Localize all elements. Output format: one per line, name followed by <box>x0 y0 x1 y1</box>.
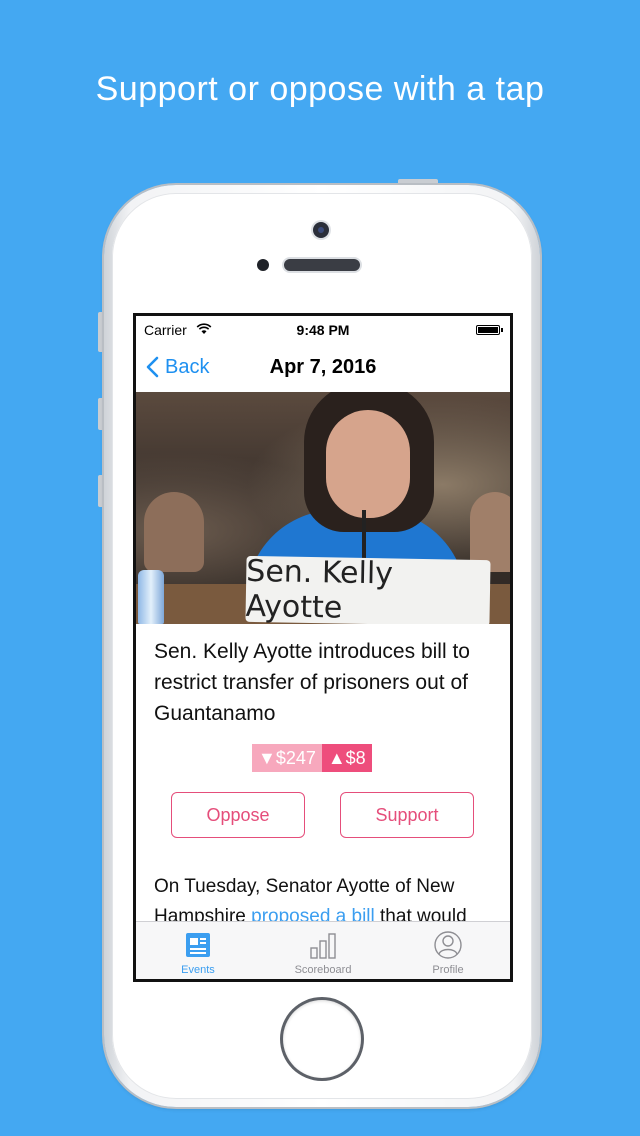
tab-profile-label: Profile <box>432 964 464 976</box>
tab-events-label: Events <box>181 964 215 976</box>
oppose-button[interactable]: Oppose <box>171 792 305 838</box>
tab-scoreboard[interactable]: Scoreboard <box>261 922 385 979</box>
front-camera <box>313 222 329 238</box>
water-bottle <box>138 570 164 624</box>
marketing-headline: Support or oppose with a tap <box>95 70 545 108</box>
proximity-sensor <box>257 259 269 271</box>
support-amount-badge: ▲$8 <box>321 744 372 772</box>
article-title: Sen. Kelly Ayotte introduces bill to res… <box>154 640 470 725</box>
app-screen: Carrier 9:48 PM Back Apr 7, 2016 Sen. Ke… <box>133 313 513 982</box>
bar-chart-icon <box>307 930 339 960</box>
status-time: 9:48 PM <box>296 322 350 338</box>
oppose-amount-badge: ▼$247 <box>252 744 322 772</box>
battery-icon <box>476 325 503 335</box>
home-button <box>283 1000 361 1078</box>
nav-title: Apr 7, 2016 <box>269 356 377 378</box>
newspaper-icon <box>182 930 214 960</box>
hero-photo: Sen. Kelly Ayotte <box>136 392 510 624</box>
navigation-bar: Back Apr 7, 2016 <box>136 342 510 392</box>
support-button[interactable]: Support <box>340 792 474 838</box>
tab-bar: Events Scoreboard Profile <box>136 921 510 979</box>
name-placard: Sen. Kelly Ayotte <box>245 554 491 624</box>
person-icon <box>432 930 464 960</box>
status-bar: Carrier 9:48 PM <box>136 316 510 342</box>
tab-scoreboard-label: Scoreboard <box>294 964 352 976</box>
tab-events[interactable]: Events <box>136 922 260 979</box>
earpiece-speaker <box>284 259 360 271</box>
funding-tally: ▼$247 ▲$8 <box>252 744 372 772</box>
tab-profile[interactable]: Profile <box>386 922 510 979</box>
